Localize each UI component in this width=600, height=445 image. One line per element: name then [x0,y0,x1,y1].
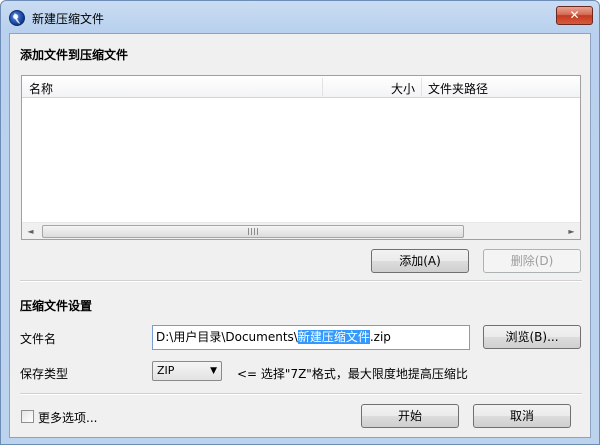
filename-selected-text: 新建压缩文件 [297,330,370,344]
delete-button[interactable]: 删除(D) [483,249,581,273]
filename-path-prefix: D:\用户目录\Documents\ [156,330,298,344]
add-button[interactable]: 添加(A) [371,249,469,273]
scroll-right-icon[interactable]: ► [563,223,580,240]
dialog-window: 新建压缩文件 ✕ 添加文件到压缩文件 名称 大小 文件夹路径 ◄ ► 添加(A) [0,0,600,445]
close-button[interactable]: ✕ [556,6,593,25]
app-globe-icon [9,10,25,26]
filename-input[interactable]: D:\用户目录\Documents\新建压缩文件.zip [152,325,470,350]
filename-label: 文件名 [20,332,57,346]
settings-section-title: 压缩文件设置 [20,299,93,313]
footer-divider [20,393,582,395]
scroll-left-icon[interactable]: ◄ [22,223,39,240]
section-divider [20,280,582,282]
save-type-value: ZIP [157,364,175,377]
title-bar[interactable]: 新建压缩文件 ✕ [1,1,599,35]
column-separator[interactable] [322,78,323,96]
file-list[interactable]: 名称 大小 文件夹路径 ◄ ► [21,75,581,240]
save-type-select[interactable]: ZIP ▼ [152,361,222,381]
save-type-hint: <= 选择"7Z"格式，最大限度地提高压缩比 [237,367,468,381]
browse-button[interactable]: 浏览(B)... [483,325,581,349]
cancel-button[interactable]: 取消 [473,404,571,428]
more-options-checkbox[interactable] [21,410,34,423]
filename-extension: .zip [369,330,391,344]
column-header-name[interactable]: 名称 [29,80,53,97]
scrollbar-thumb[interactable] [42,225,464,238]
column-header-size[interactable]: 大小 [391,80,415,97]
horizontal-scrollbar[interactable]: ◄ ► [22,222,580,239]
dialog-client-area: 添加文件到压缩文件 名称 大小 文件夹路径 ◄ ► 添加(A) 删除(D) 压缩… [9,33,591,438]
save-type-label: 保存类型 [20,367,69,381]
close-icon: ✕ [569,8,580,22]
start-button[interactable]: 开始 [361,404,459,428]
dropdown-arrow-icon: ▼ [210,366,217,376]
add-files-section-title: 添加文件到压缩文件 [20,48,129,62]
window-title: 新建压缩文件 [32,12,105,26]
more-options-label[interactable]: 更多选项... [38,409,97,426]
column-header-folder-path[interactable]: 文件夹路径 [428,80,488,97]
grip-icon [248,228,258,235]
column-separator[interactable] [421,78,422,96]
file-list-header: 名称 大小 文件夹路径 [22,76,580,98]
